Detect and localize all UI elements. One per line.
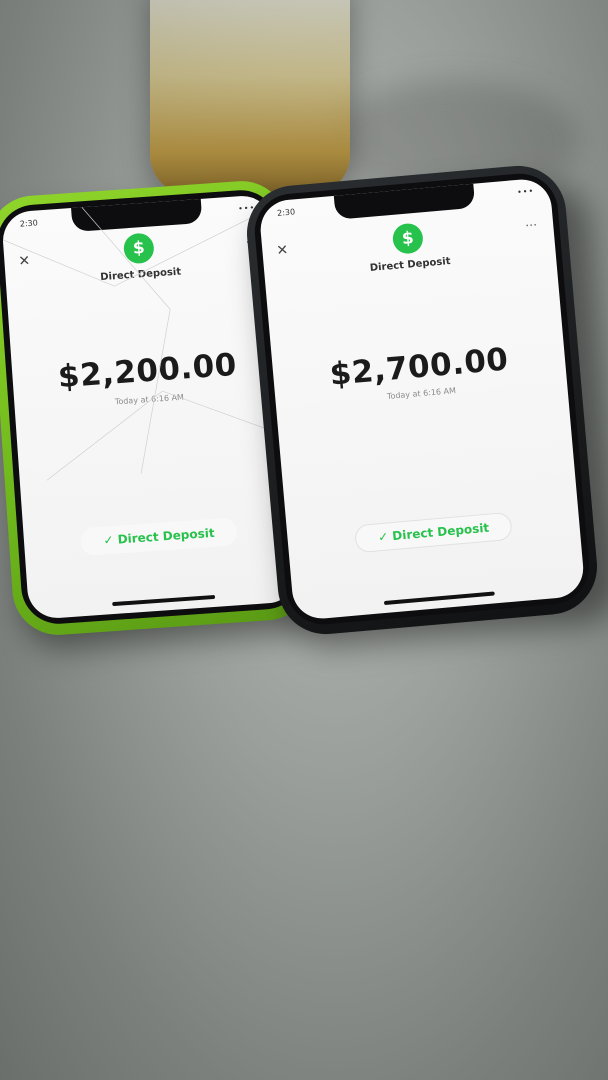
- more-icon[interactable]: …: [524, 214, 537, 229]
- status-pill[interactable]: ✓ Direct Deposit: [79, 517, 239, 557]
- dollar-icon: $: [391, 222, 425, 255]
- close-icon[interactable]: ✕: [276, 242, 289, 259]
- juice-cup: [150, 0, 350, 195]
- right-screen: 2:30 ••• ✕ … $ Direct Deposit $2,700.00 …: [258, 177, 586, 621]
- phone-right: 2:30 ••• ✕ … $ Direct Deposit $2,700.00 …: [242, 161, 602, 639]
- status-label: Direct Deposit: [117, 525, 216, 547]
- status-icons: •••: [516, 186, 535, 197]
- photo-scene: 2:30 ••• ✕ … $ Direct Deposit $2,200.00 …: [0, 0, 608, 1080]
- check-icon: ✓: [102, 532, 114, 548]
- status-time: 2:30: [19, 218, 39, 229]
- status-pill[interactable]: ✓ Direct Deposit: [353, 511, 514, 554]
- status-label: Direct Deposit: [391, 520, 490, 544]
- check-icon: ✓: [377, 529, 389, 545]
- home-indicator: [383, 591, 495, 606]
- status-time: 2:30: [276, 207, 296, 218]
- transaction-title: Direct Deposit: [99, 266, 182, 284]
- dollar-icon: $: [122, 232, 155, 265]
- home-indicator: [112, 594, 215, 607]
- close-icon[interactable]: ✕: [18, 253, 31, 270]
